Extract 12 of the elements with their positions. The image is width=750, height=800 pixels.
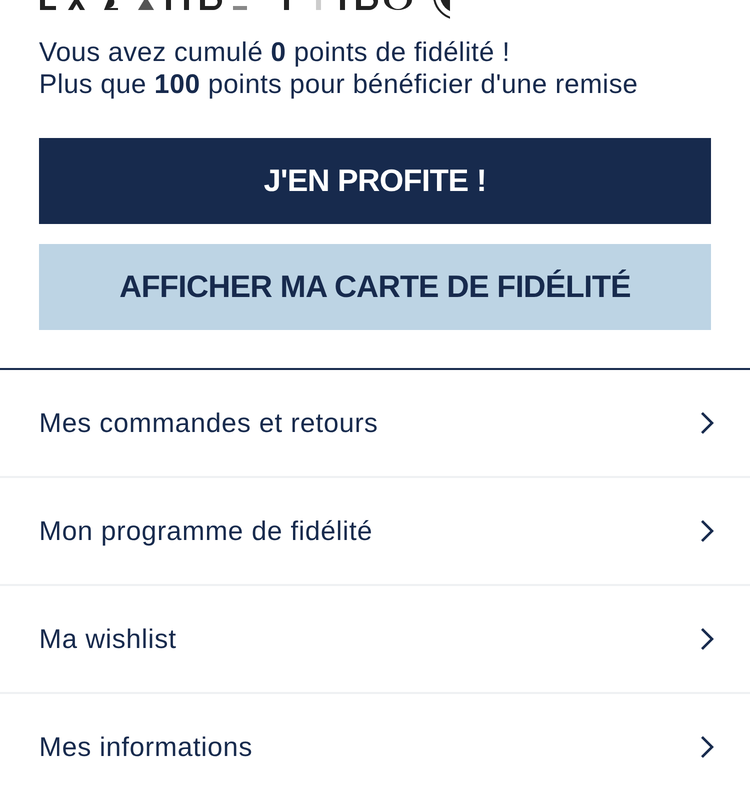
menu-item[interactable]: Mon programme de fidélité — [39, 516, 373, 546]
menu-item[interactable]: Mes commandes et retours — [39, 408, 378, 438]
action-button[interactable]: J'EN PROFITE ! — [39, 138, 711, 224]
chevron-right-icon — [700, 411, 714, 435]
action-button[interactable]: AFFICHER MA CARTE DE FIDÉLITÉ — [39, 244, 711, 330]
chevron-right-icon — [700, 627, 714, 651]
chevron-right-icon — [700, 735, 714, 759]
menu-item[interactable]: Ma wishlist — [39, 624, 177, 654]
loyalty-message: Vous avez cumulé 0 points de fidélité ! — [39, 36, 511, 68]
menu-item[interactable]: Mes informations — [39, 732, 253, 762]
chevron-right-icon — [700, 519, 714, 543]
loyalty-message: Plus que 100 points pour bénéficier d'une remise — [39, 68, 639, 100]
